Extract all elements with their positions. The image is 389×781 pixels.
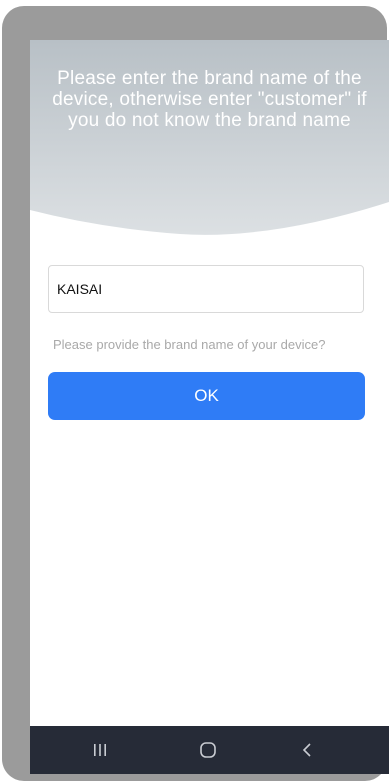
system-navigation-bar (30, 726, 389, 774)
home-button[interactable] (178, 726, 238, 774)
brand-name-input[interactable] (48, 265, 364, 313)
input-hint: Please provide the brand name of your de… (53, 337, 326, 352)
back-icon (302, 743, 311, 757)
app-screen: Please enter the brand name of the devic… (30, 40, 389, 774)
instruction-text: Please enter the brand name of the devic… (52, 68, 367, 131)
recent-apps-button[interactable] (70, 726, 130, 774)
ok-button[interactable]: OK (48, 372, 365, 420)
home-icon (200, 742, 216, 758)
device-frame: Please enter the brand name of the devic… (2, 6, 389, 781)
back-button[interactable] (278, 726, 338, 774)
recent-apps-icon (94, 744, 106, 756)
